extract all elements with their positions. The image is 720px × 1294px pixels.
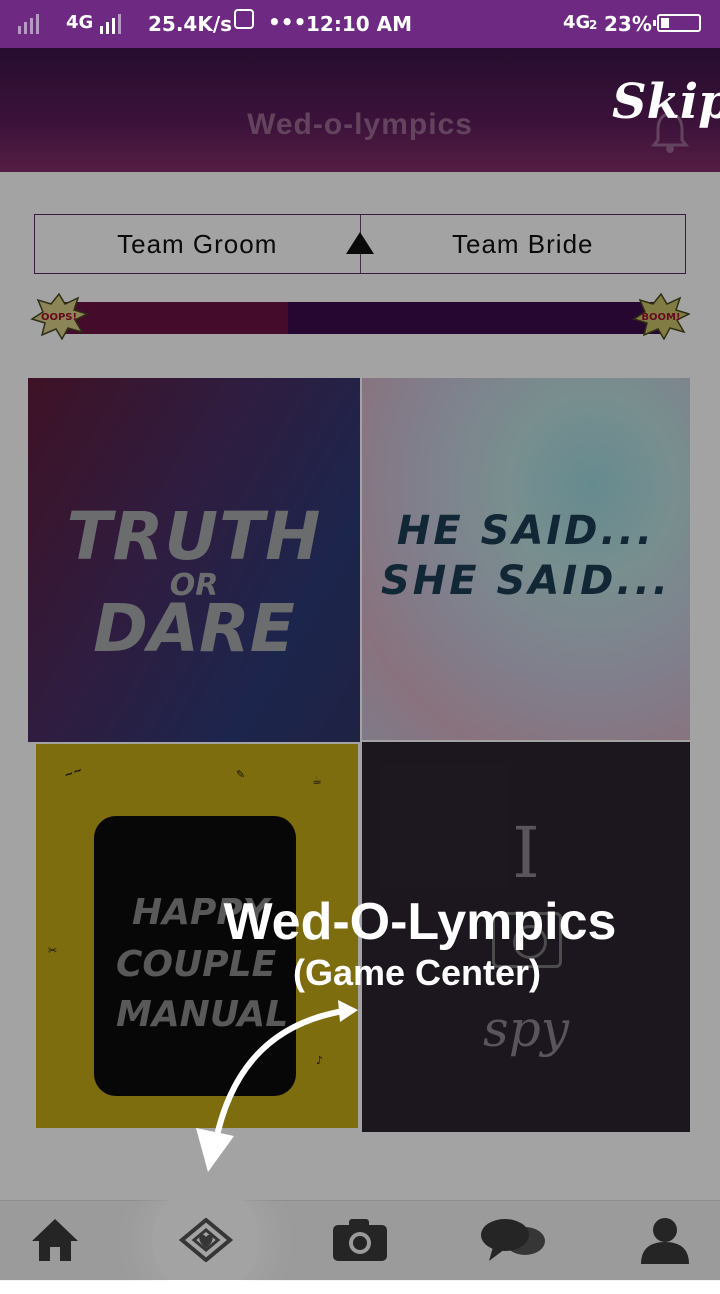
more-notifications-icon: ••• [268, 10, 307, 34]
coachmark-subtitle: (Game Center) [292, 952, 542, 993]
network-slot: 2 [589, 18, 598, 32]
signal-strength-icon [100, 14, 121, 34]
clock: 12:10 AM [306, 12, 413, 36]
coachmark-title: Wed-O-Lympics [223, 893, 617, 951]
network-type-2: 4G [563, 12, 591, 33]
battery-level [661, 18, 669, 28]
curved-arrow-icon [190, 1000, 370, 1185]
battery-percent: 23% [604, 12, 652, 36]
network-type: 4G [66, 12, 94, 33]
skip-button[interactable]: Skip [612, 74, 720, 130]
status-bar: 4G 25.4K/s ••• 12:10 AM 4G 2 23% [0, 0, 720, 48]
network-speed: 25.4K/s [148, 12, 233, 36]
signal-strength-icon [18, 14, 39, 34]
battery-icon [653, 14, 701, 32]
app-notification-icon [234, 9, 254, 29]
